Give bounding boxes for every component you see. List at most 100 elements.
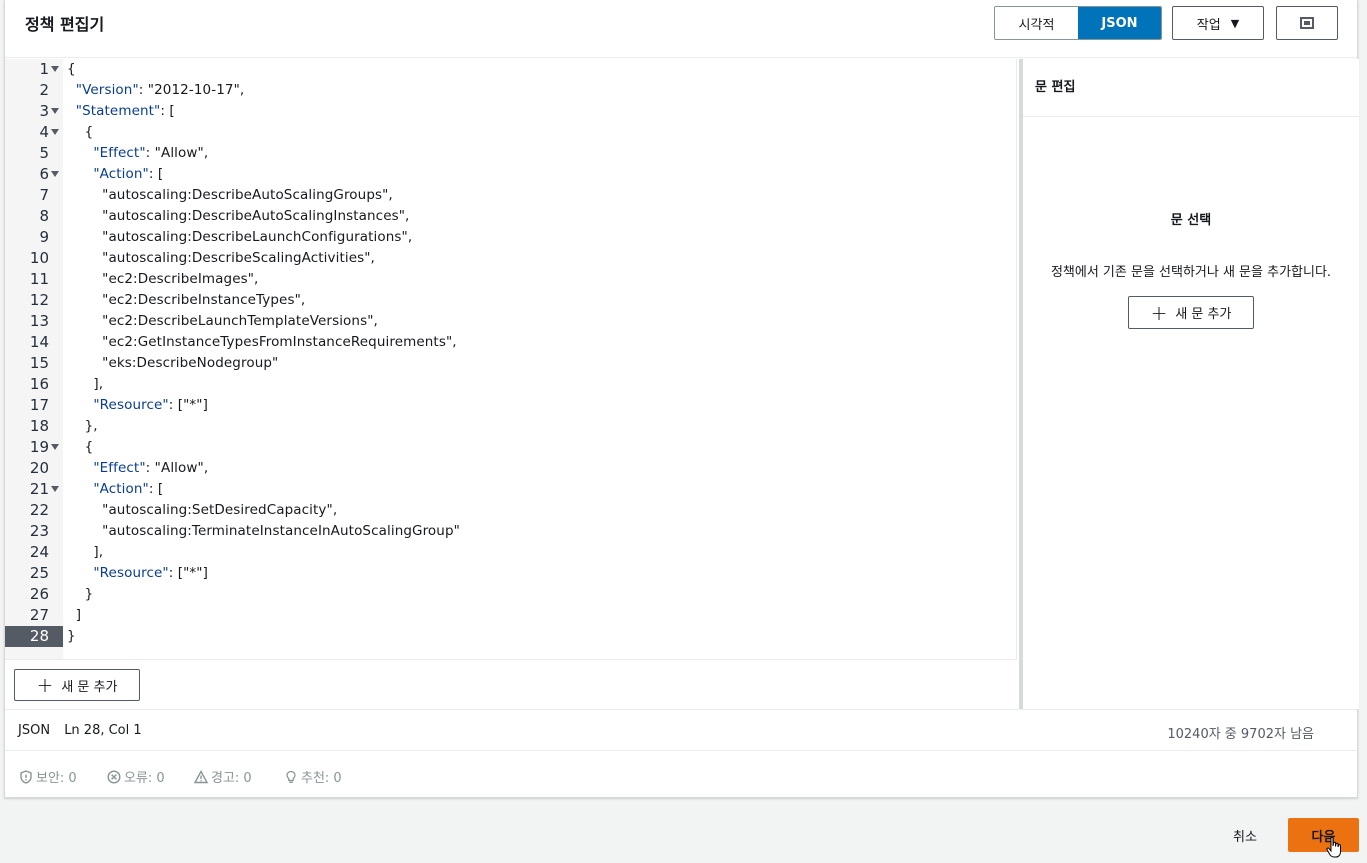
- code-text: "autoscaling:TerminateInstanceInAutoScal…: [67, 523, 460, 539]
- shield-icon: [20, 769, 32, 784]
- code-line[interactable]: 13 "ec2:DescribeLaunchTemplateVersions",: [5, 311, 1017, 332]
- code-text: ],: [67, 544, 104, 560]
- code-text: "Action": [: [93, 166, 164, 182]
- code-text: "autoscaling:DescribeAutoScalingInstance…: [67, 208, 410, 224]
- fold-arrow-icon[interactable]: [51, 171, 59, 177]
- cursor-position: Ln 28, Col 1: [64, 723, 142, 738]
- line-number: 7: [39, 186, 49, 204]
- code-line[interactable]: 16 ],: [5, 374, 1017, 395]
- warnings-check-tab[interactable]: 경고: 0: [194, 767, 252, 786]
- caret-down-icon: ▼: [1230, 16, 1240, 30]
- code-text: "Effect": "Allow",: [93, 460, 209, 476]
- code-text: "Effect": "Allow",: [93, 145, 209, 161]
- json-code-editor[interactable]: 1{2 "Version": "2012-10-17", 3 "Statement…: [5, 59, 1017, 659]
- code-line[interactable]: 6 "Action": [: [5, 164, 1017, 185]
- line-number: 17: [29, 396, 49, 414]
- code-text: "Statement": [: [75, 103, 175, 119]
- code-line[interactable]: 24 ],: [5, 542, 1017, 563]
- code-line[interactable]: 17 "Resource": ["*"]: [5, 395, 1017, 416]
- code-line[interactable]: 1{: [5, 59, 1017, 80]
- statement-edit-title: 문 편집: [1035, 80, 1076, 95]
- fullscreen-icon: [1300, 17, 1314, 29]
- fold-arrow-icon[interactable]: [51, 108, 59, 114]
- code-line[interactable]: 4 {: [5, 122, 1017, 143]
- line-number: 9: [39, 228, 49, 246]
- fold-arrow-icon[interactable]: [51, 66, 59, 72]
- add-statement-bar: + 새 문 추가: [5, 659, 1017, 709]
- select-statement-description: 정책에서 기존 문을 선택하거나 새 문을 추가합니다.: [1050, 265, 1332, 280]
- code-text: "autoscaling:DescribeAutoScalingGroups",: [67, 187, 393, 203]
- code-text: "Resource": ["*"]: [93, 565, 208, 581]
- code-text: "autoscaling:DescribeLaunchConfiguration…: [67, 229, 413, 245]
- code-text: "autoscaling:DescribeScalingActivities",: [67, 250, 375, 266]
- code-line[interactable]: 27 ]: [5, 605, 1017, 626]
- visual-mode-button[interactable]: 시각적: [995, 7, 1078, 39]
- suggestions-count: 추천: 0: [301, 771, 342, 786]
- code-line[interactable]: 11 "ec2:DescribeImages",: [5, 269, 1017, 290]
- code-text: "Resource": ["*"]: [93, 397, 208, 413]
- fold-arrow-icon[interactable]: [51, 129, 59, 135]
- fullscreen-button[interactable]: [1276, 6, 1338, 40]
- code-text: "ec2:DescribeLaunchTemplateVersions",: [67, 313, 378, 329]
- actions-dropdown-button[interactable]: 작업 ▼: [1172, 6, 1264, 40]
- code-line[interactable]: 15 "eks:DescribeNodegroup": [5, 353, 1017, 374]
- line-number: 23: [29, 522, 49, 540]
- line-number: 1: [39, 60, 49, 78]
- errors-count: 오류: 0: [124, 771, 165, 786]
- actions-label: 작업: [1196, 17, 1221, 33]
- code-line[interactable]: 18 },: [5, 416, 1017, 437]
- fold-arrow-icon[interactable]: [51, 444, 59, 450]
- code-line[interactable]: 22 "autoscaling:SetDesiredCapacity",: [5, 500, 1017, 521]
- policy-validation-bar: 보안: 0 오류: 0 경고: 0 추천: 0: [5, 752, 1357, 798]
- add-statement-label: 새 문 추가: [61, 679, 118, 695]
- lightbulb-icon: [286, 770, 296, 783]
- line-number: 24: [29, 543, 49, 561]
- side-add-statement-button[interactable]: + 새 문 추가: [1128, 296, 1254, 329]
- code-line[interactable]: 2 "Version": "2012-10-17",: [5, 80, 1017, 101]
- line-number: 25: [29, 564, 49, 582]
- code-line[interactable]: 10 "autoscaling:DescribeScalingActivitie…: [5, 248, 1017, 269]
- suggestions-check-tab[interactable]: 추천: 0: [284, 767, 342, 786]
- code-line[interactable]: 9 "autoscaling:DescribeLaunchConfigurati…: [5, 227, 1017, 248]
- editor-header: 정책 편집기 시각적 JSON 작업 ▼: [5, 0, 1357, 58]
- code-line[interactable]: 26 }: [5, 584, 1017, 605]
- security-check-tab[interactable]: 보안: 0: [19, 767, 77, 786]
- errors-check-tab[interactable]: 오류: 0: [107, 767, 165, 786]
- line-number: 11: [29, 270, 49, 288]
- code-line[interactable]: 19 {: [5, 437, 1017, 458]
- line-number: 20: [29, 459, 49, 477]
- code-text: ]: [67, 607, 82, 623]
- code-line[interactable]: 14 "ec2:GetInstanceTypesFromInstanceRequ…: [5, 332, 1017, 353]
- error-icon: [107, 769, 121, 784]
- code-line[interactable]: 21 "Action": [: [5, 479, 1017, 500]
- code-line[interactable]: 25 "Resource": ["*"]: [5, 563, 1017, 584]
- page-title: 정책 편집기: [25, 15, 105, 34]
- fold-arrow-icon[interactable]: [51, 486, 59, 492]
- code-line[interactable]: 7 "autoscaling:DescribeAutoScalingGroups…: [5, 185, 1017, 206]
- json-mode-button[interactable]: JSON: [1078, 7, 1161, 39]
- code-line[interactable]: 23 "autoscaling:TerminateInstanceInAutoS…: [5, 521, 1017, 542]
- line-number: 22: [29, 501, 49, 519]
- code-line[interactable]: 5 "Effect": "Allow",: [5, 143, 1017, 164]
- code-line[interactable]: 28}: [5, 626, 1017, 647]
- add-statement-button[interactable]: + 새 문 추가: [14, 669, 140, 701]
- code-text: {: [67, 439, 94, 455]
- plus-icon: +: [36, 673, 54, 697]
- code-text: "Action": [: [93, 481, 164, 497]
- editor-status-bar: JSON Ln 28, Col 1 10240자 중 9702자 남음: [5, 709, 1357, 751]
- code-text: }: [67, 628, 76, 644]
- code-line[interactable]: 12 "ec2:DescribeInstanceTypes",: [5, 290, 1017, 311]
- line-number: 2: [39, 81, 49, 99]
- cancel-button[interactable]: 취소: [1220, 819, 1270, 851]
- next-button[interactable]: 다음: [1288, 818, 1359, 852]
- code-line[interactable]: 20 "Effect": "Allow",: [5, 458, 1017, 479]
- line-number: 4: [39, 123, 49, 141]
- code-line[interactable]: 3 "Statement": [: [5, 101, 1017, 122]
- line-number: 18: [29, 417, 49, 435]
- line-number: 10: [29, 249, 49, 267]
- code-line[interactable]: 8 "autoscaling:DescribeAutoScalingInstan…: [5, 206, 1017, 227]
- line-number: 15: [29, 354, 49, 372]
- warnings-count: 경고: 0: [211, 771, 252, 786]
- code-text: "ec2:GetInstanceTypesFromInstanceRequire…: [67, 334, 457, 350]
- code-text: },: [67, 418, 98, 434]
